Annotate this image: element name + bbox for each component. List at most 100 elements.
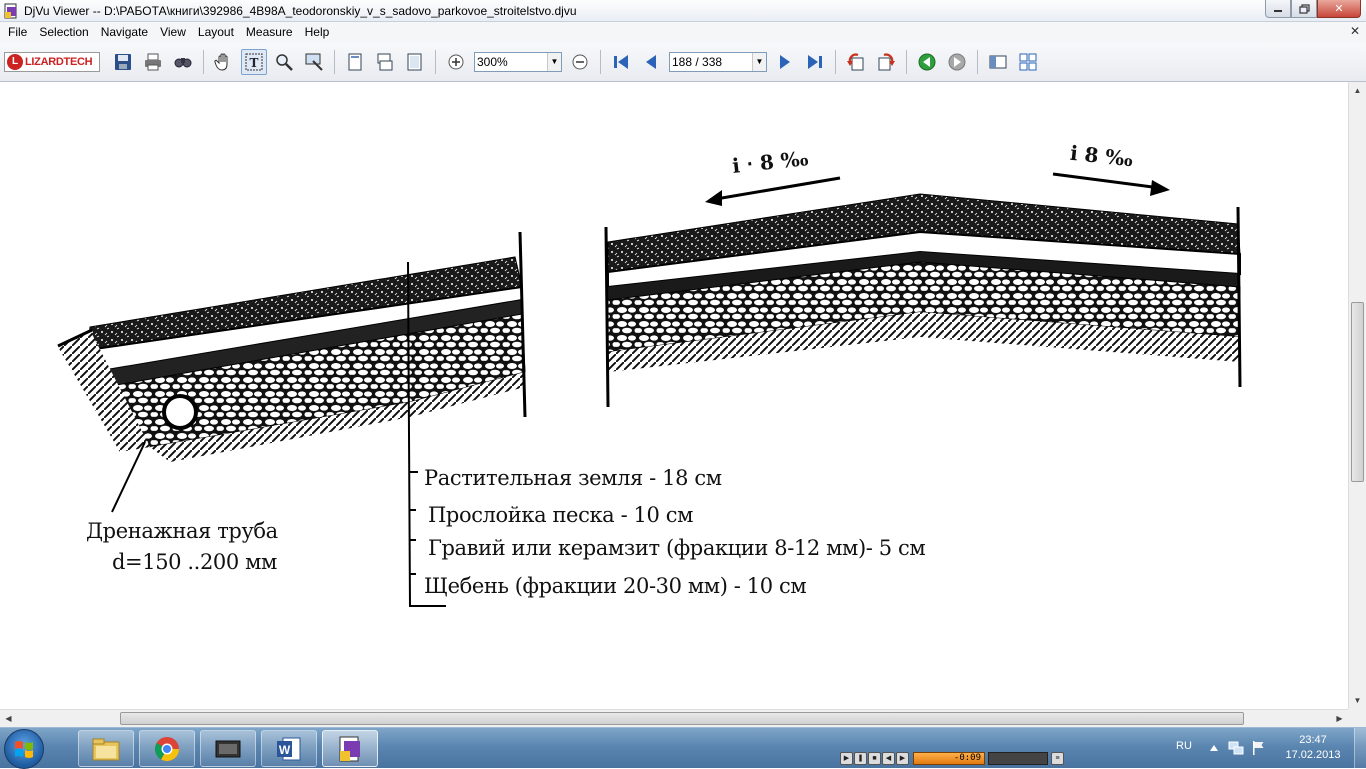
svg-text:W: W [279,743,291,757]
scroll-down-icon[interactable]: ▼ [1349,692,1366,709]
stop-icon[interactable]: ■ [868,751,881,765]
zoom-out-button[interactable] [567,49,593,75]
clock[interactable]: 23:47 17.02.2013 [1278,733,1348,763]
word-icon: W [277,737,301,760]
hand-tool-button[interactable] [211,49,237,75]
chevron-down-icon[interactable]: ▼ [752,52,766,71]
clock-date: 17.02.2013 [1285,749,1341,761]
taskbar-media-player[interactable] [200,730,256,767]
facing-page-button[interactable] [402,49,428,75]
zoom-select[interactable]: 300% ▼ [474,51,562,72]
menu-selection[interactable]: Selection [33,22,94,42]
find-icon [174,57,192,67]
next-track-icon[interactable]: ▶ [896,751,909,765]
taskbar-word[interactable]: W [261,730,317,767]
vertical-scrollbar[interactable]: ▲ ▼ [1348,82,1366,709]
menu-layout[interactable]: Layout [192,22,240,42]
thumbnails-button[interactable] [985,49,1011,75]
previous-track-icon[interactable]: ◀ [882,751,895,765]
toolbar-separator [203,49,204,74]
toolbar-separator [334,49,335,74]
scroll-left-icon[interactable]: ◀ [0,710,17,727]
back-icon [918,53,936,70]
zoom-value: 300% [477,54,508,69]
forward-button[interactable] [944,49,970,75]
taskbar-chrome[interactable] [139,730,195,767]
minimize-icon [1274,9,1282,12]
rotate-right-icon [878,53,895,70]
layout-grid-button[interactable] [1015,49,1041,75]
scroll-up-icon[interactable]: ▲ [1349,82,1366,99]
menu-measure[interactable]: Measure [240,22,299,42]
chevron-down-icon[interactable]: ▼ [547,52,561,71]
next-page-button[interactable] [772,49,798,75]
layer-label-topsoil: Растительная земля - 18 см [424,466,722,490]
facing-page-icon [407,53,422,70]
lizardtech-logo[interactable]: L LIZARDTECH [4,51,100,72]
first-page-icon [614,54,628,69]
explorer-icon [92,738,120,760]
action-center-flag-icon[interactable] [1250,740,1266,756]
chrome-icon [154,736,179,761]
horizontal-scrollbar[interactable]: ◀ ▶ [0,709,1348,727]
scroll-right-icon[interactable]: ▶ [1331,710,1348,727]
djvu-app-icon [4,3,17,18]
layer-label-sand: Прослойка песка - 10 см [428,503,694,527]
media-player-icon [215,740,241,757]
last-page-button[interactable] [802,49,828,75]
start-button[interactable] [4,729,44,769]
find-button[interactable] [170,49,196,75]
layer-label-gravel: Гравий или керамзит (фракции 8-12 мм)- 5… [428,536,926,560]
toolbar-separator [600,49,601,74]
media-time: -0:09 [913,751,985,765]
previous-page-button[interactable] [638,49,664,75]
page-select[interactable]: 188 / 338 ▼ [669,51,767,72]
print-button[interactable] [140,49,166,75]
pause-icon[interactable]: ❚ [854,751,867,765]
media-mini-player: ▶ ❚ ■ ◀ ▶ -0:09 ≡ [840,750,1088,766]
clock-time: 23:47 [1299,734,1327,746]
language-indicator[interactable]: RU [1176,740,1192,752]
mini-player-menu-icon[interactable]: ≡ [1051,751,1064,765]
drain-pipe-label: Дренажная труба [86,519,278,543]
rotate-right-button[interactable] [873,49,899,75]
hand-tool-icon [214,53,228,71]
first-page-button[interactable] [608,49,634,75]
rotate-left-button[interactable] [843,49,869,75]
show-hidden-icons-icon[interactable] [1206,740,1222,756]
save-button[interactable] [110,49,136,75]
vertical-scroll-thumb[interactable] [1351,302,1364,482]
toolbar-separator [977,49,978,74]
taskbar-djvu[interactable] [322,730,378,767]
lizardtech-logo-icon: L [7,53,23,70]
document-close-button[interactable]: ✕ [1350,24,1360,38]
taskbar-explorer[interactable] [78,730,134,767]
zoom-tool-icon [276,53,293,71]
play-icon[interactable]: ▶ [840,751,853,765]
zoom-in-button[interactable] [443,49,469,75]
back-button[interactable] [914,49,940,75]
scrollbar-corner [1348,709,1366,727]
menu-view[interactable]: View [154,22,192,42]
window-title: DjVu Viewer -- D:\РАБОТА\книги\392986_4B… [24,3,577,18]
svg-text:T: T [250,56,259,70]
volume-slider[interactable] [988,751,1048,765]
menu-navigate[interactable]: Navigate [95,22,154,42]
minimize-button[interactable] [1265,0,1291,18]
document-view[interactable]: і ‧ 8 ‰ і 8 ‰ Дренажная труба d=150 ..20… [0,82,1348,709]
text-select-button[interactable]: T [241,48,267,75]
restore-button[interactable] [1291,0,1317,18]
close-button[interactable]: ✕ [1317,0,1361,18]
show-desktop-button[interactable] [1354,728,1366,769]
zoom-tool-button[interactable] [271,49,297,75]
menu-help[interactable]: Help [299,22,336,42]
single-page-button[interactable] [342,49,368,75]
zoom-in-icon [448,54,464,69]
menu-file[interactable]: File [2,22,33,42]
continuous-page-button[interactable] [372,49,398,75]
taskbar: W ▶ ❚ ■ ◀ ▶ -0:09 ≡ RU 23:47 17.02.2013 [0,727,1366,769]
marquee-zoom-button[interactable] [301,49,327,75]
horizontal-scroll-thumb[interactable] [120,712,1244,725]
drain-pipe-diameter: d=150 ..200 мм [112,550,277,574]
network-icon[interactable] [1228,740,1244,756]
